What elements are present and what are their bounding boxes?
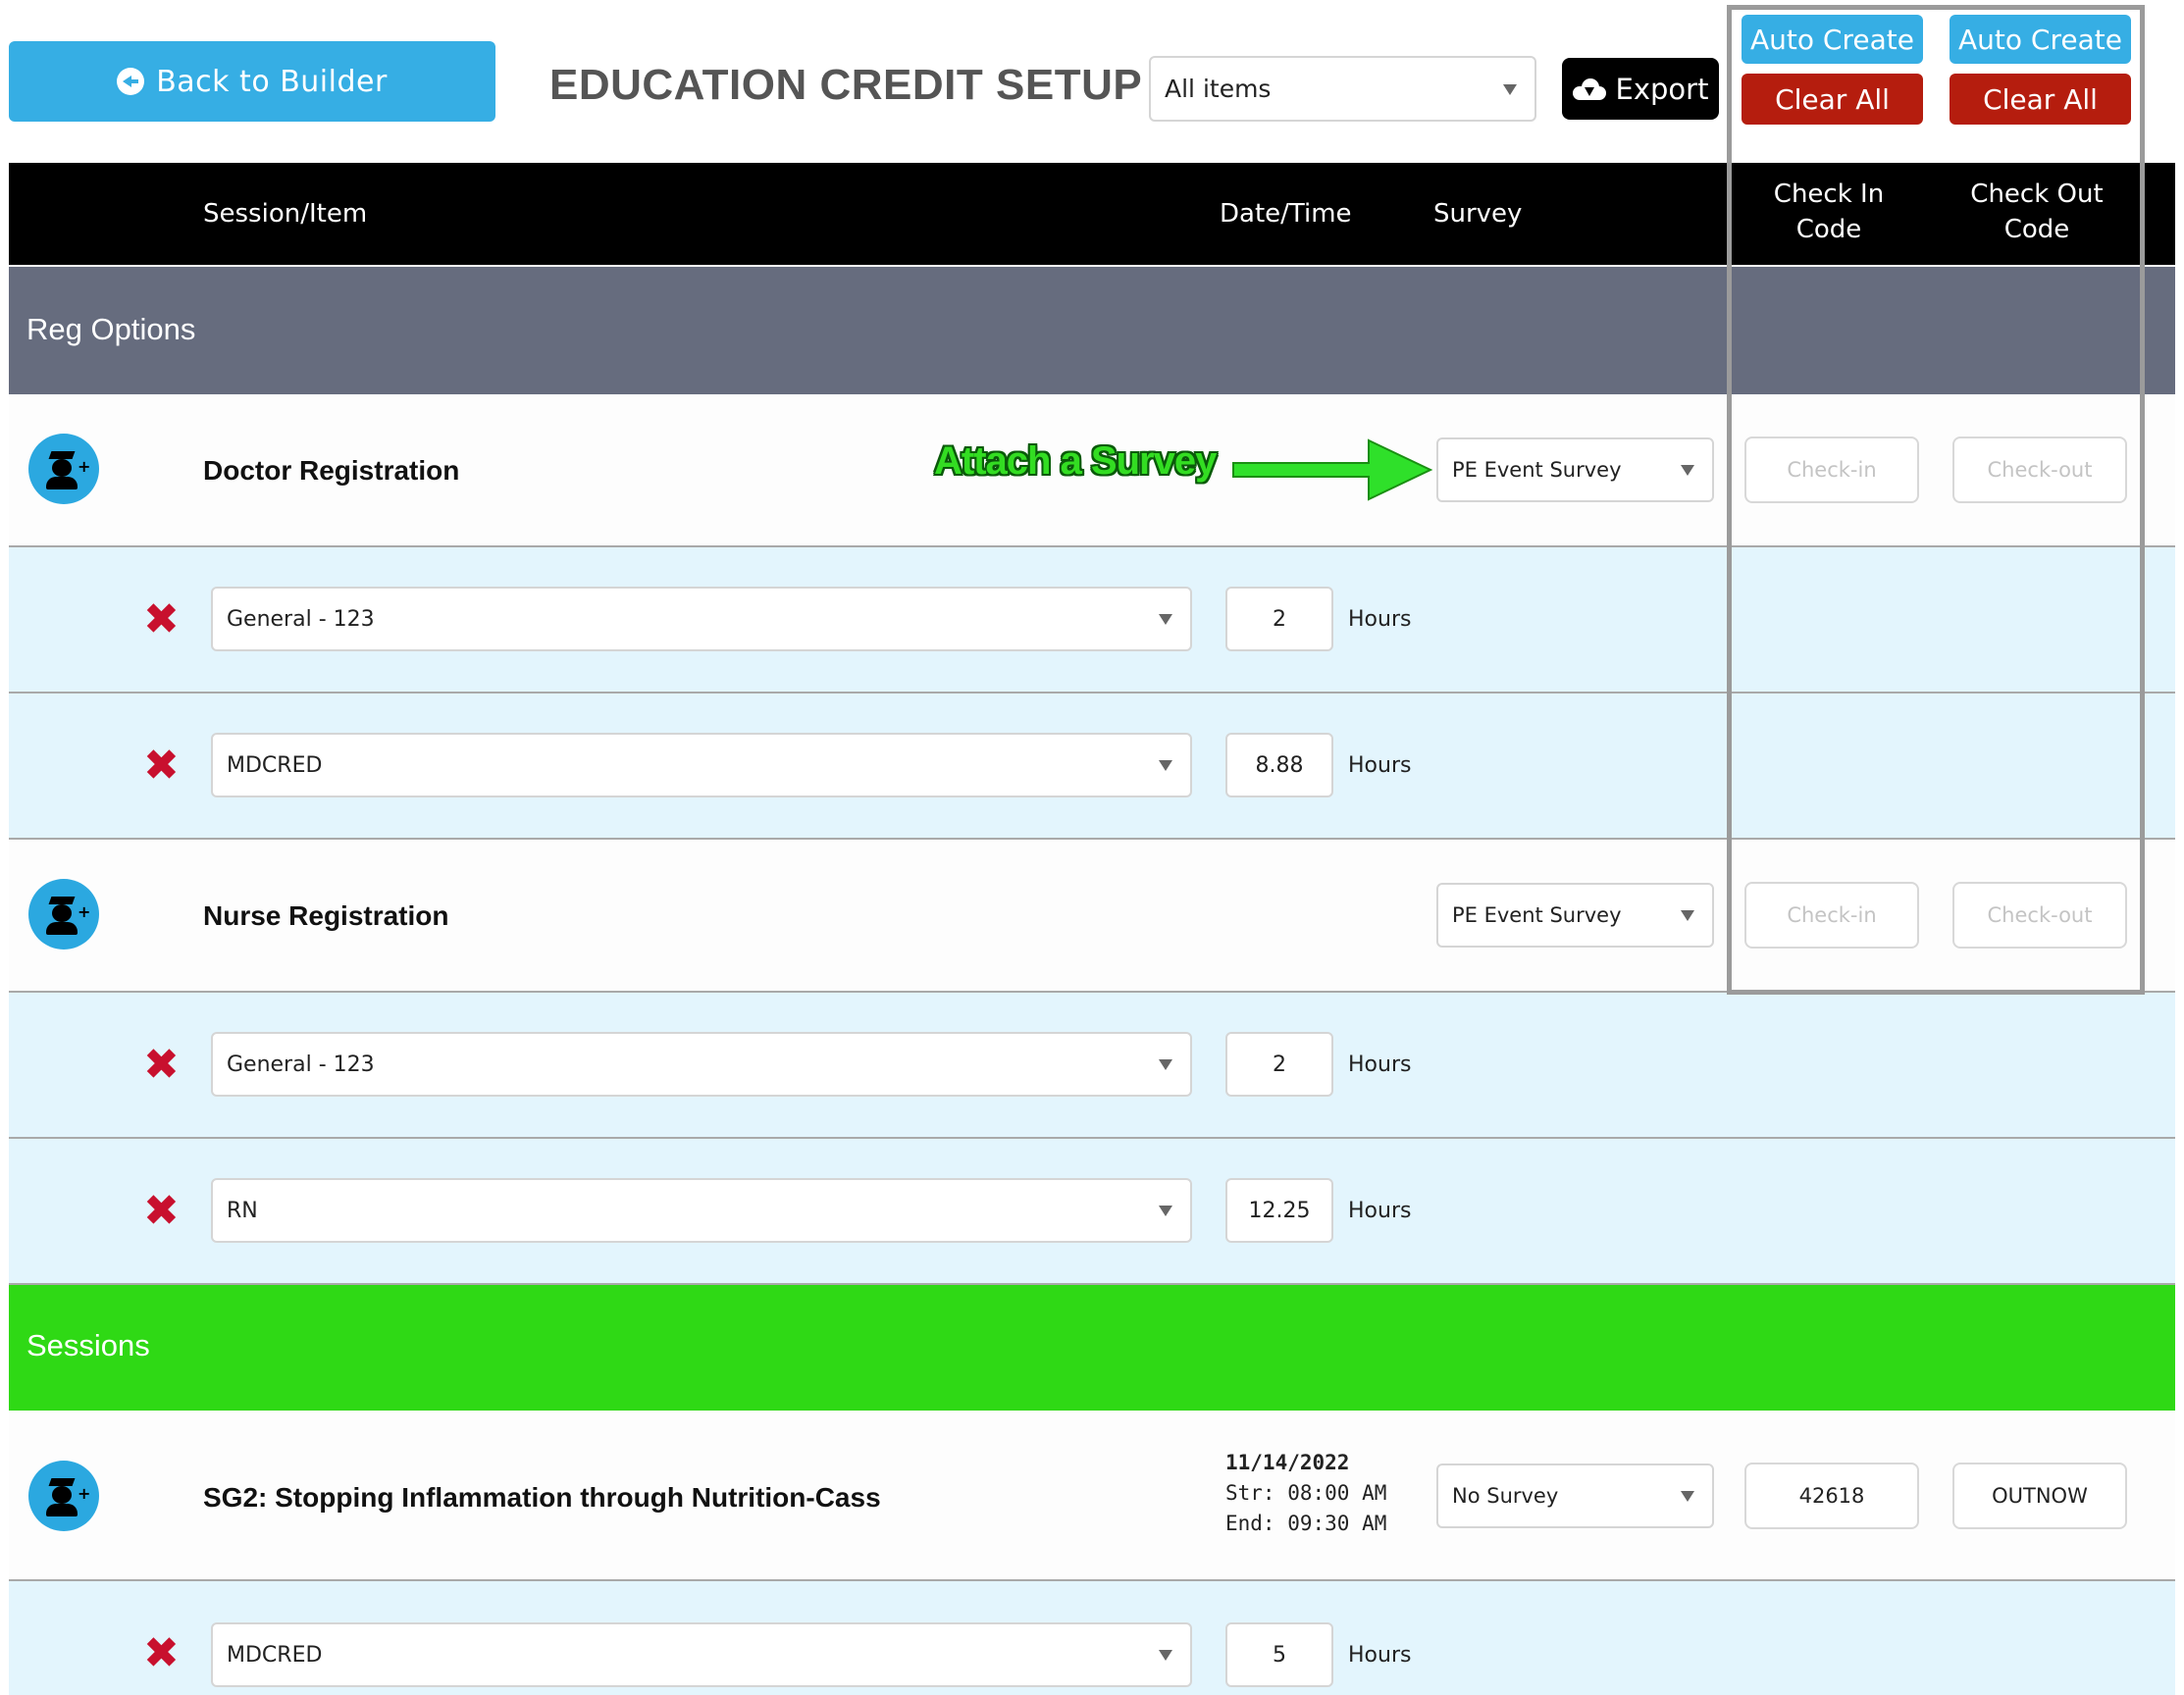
- caret-down-icon: [1681, 1491, 1694, 1502]
- credit-row: ✖ MDCRED 5 Hours: [9, 1581, 2175, 1695]
- export-button[interactable]: Export: [1562, 58, 1719, 120]
- cloud-download-icon: [1572, 77, 1606, 100]
- caret-down-icon: [1159, 614, 1172, 625]
- caret-down-icon: [1681, 910, 1694, 921]
- annotation-text: Attach a Survey: [934, 439, 1217, 483]
- reg-options-label: Reg Options: [26, 312, 196, 346]
- hours-input[interactable]: 8.88: [1225, 733, 1333, 797]
- filter-select[interactable]: All items: [1149, 56, 1536, 122]
- header-check-in-line1: Check In: [1773, 180, 1885, 209]
- credit-type-select[interactable]: RN: [211, 1178, 1192, 1243]
- header-check-in-line2: Code: [1795, 215, 1862, 244]
- session-start: Str: 08:00 AM: [1225, 1481, 1387, 1505]
- hours-input[interactable]: 2: [1225, 1032, 1333, 1097]
- credit-type-value: RN: [227, 1198, 258, 1223]
- table-row: + Nurse Registration PE Event Survey Che…: [9, 840, 2175, 993]
- arrow-left-circle-icon: [117, 68, 145, 95]
- check-in-code-input[interactable]: Check-in: [1744, 882, 1919, 949]
- header-session-item: Session/Item: [203, 199, 368, 229]
- check-out-code-input[interactable]: Check-out: [1952, 882, 2127, 949]
- survey-select[interactable]: No Survey: [1436, 1464, 1714, 1528]
- clear-all-check-out-button[interactable]: Clear All: [1950, 74, 2131, 125]
- sessions-band: Sessions: [9, 1285, 2175, 1411]
- graduate-add-icon[interactable]: +: [28, 1461, 99, 1531]
- credit-row: ✖ RN 12.25 Hours: [9, 1139, 2175, 1285]
- hours-input[interactable]: 5: [1225, 1622, 1333, 1687]
- caret-down-icon: [1159, 760, 1172, 771]
- credit-type-select[interactable]: MDCRED: [211, 1622, 1192, 1687]
- back-to-builder-button[interactable]: Back to Builder: [9, 41, 495, 122]
- check-out-code-input[interactable]: Check-out: [1952, 437, 2127, 503]
- auto-create-check-out-button[interactable]: Auto Create: [1950, 15, 2131, 64]
- header-check-out-line2: Code: [2003, 215, 2070, 244]
- credit-row: ✖ MDCRED 8.88 Hours: [9, 693, 2175, 840]
- item-name: Doctor Registration: [203, 455, 460, 486]
- table-row: + SG2: Stopping Inflammation through Nut…: [9, 1411, 2175, 1581]
- annotation-arrow-icon: [1232, 438, 1433, 501]
- survey-select[interactable]: PE Event Survey: [1436, 883, 1714, 948]
- hours-label: Hours: [1348, 607, 1412, 632]
- header-check-out-code: Check Out Code: [1944, 177, 2130, 247]
- survey-select-value: PE Event Survey: [1452, 458, 1622, 482]
- auto-create-check-in-button[interactable]: Auto Create: [1742, 15, 1923, 64]
- caret-down-icon: [1681, 465, 1694, 476]
- item-name: SG2: Stopping Inflammation through Nutri…: [203, 1482, 881, 1513]
- sessions-label: Sessions: [26, 1328, 150, 1362]
- clear-all-check-in-button[interactable]: Clear All: [1742, 74, 1923, 125]
- caret-down-icon: [1159, 1059, 1172, 1070]
- credit-type-select[interactable]: MDCRED: [211, 733, 1192, 797]
- back-button-label: Back to Builder: [156, 64, 388, 99]
- survey-select[interactable]: PE Event Survey: [1436, 437, 1714, 502]
- item-name: Nurse Registration: [203, 900, 449, 931]
- check-in-code-input[interactable]: 42618: [1744, 1463, 1919, 1529]
- survey-select-value: PE Event Survey: [1452, 903, 1622, 927]
- survey-select-value: No Survey: [1452, 1484, 1559, 1508]
- credit-row: ✖ General - 123 2 Hours: [9, 547, 2175, 693]
- hours-input[interactable]: 12.25: [1225, 1178, 1333, 1243]
- header-date-time: Date/Time: [1220, 199, 1352, 229]
- credit-type-value: General - 123: [227, 1052, 375, 1077]
- x-mark-icon[interactable]: ✖: [143, 598, 180, 642]
- session-date: 11/14/2022: [1225, 1451, 1350, 1474]
- x-mark-icon[interactable]: ✖: [143, 1190, 180, 1233]
- header-check-in-code: Check In Code: [1736, 177, 1922, 247]
- page-title: EDUCATION CREDIT SETUP: [549, 61, 1143, 109]
- credit-type-value: General - 123: [227, 606, 375, 632]
- table-header: Session/Item Date/Time Survey Check In C…: [9, 163, 2175, 265]
- hours-label: Hours: [1348, 1643, 1412, 1668]
- graduate-add-icon[interactable]: +: [28, 434, 99, 504]
- x-mark-icon[interactable]: ✖: [143, 745, 180, 788]
- caret-down-icon: [1159, 1206, 1172, 1216]
- hours-label: Hours: [1348, 1199, 1412, 1223]
- session-end: End: 09:30 AM: [1225, 1512, 1387, 1535]
- credit-type-select[interactable]: General - 123: [211, 1032, 1192, 1097]
- x-mark-icon[interactable]: ✖: [143, 1044, 180, 1087]
- reg-options-band: Reg Options: [9, 267, 2175, 394]
- credit-type-value: MDCRED: [227, 752, 323, 778]
- session-datetime: 11/14/2022 Str: 08:00 AM End: 09:30 AM: [1225, 1448, 1386, 1539]
- check-out-code-input[interactable]: OUTNOW: [1952, 1463, 2127, 1529]
- filter-select-value: All items: [1165, 75, 1272, 103]
- credit-row: ✖ General - 123 2 Hours: [9, 993, 2175, 1139]
- export-button-label: Export: [1615, 72, 1709, 106]
- header-check-out-line1: Check Out: [1970, 180, 2104, 209]
- credit-type-value: MDCRED: [227, 1642, 323, 1668]
- hours-label: Hours: [1348, 753, 1412, 778]
- caret-down-icon: [1503, 83, 1517, 95]
- header-survey: Survey: [1433, 199, 1523, 229]
- hours-label: Hours: [1348, 1053, 1412, 1077]
- hours-input[interactable]: 2: [1225, 587, 1333, 651]
- check-in-code-input[interactable]: Check-in: [1744, 437, 1919, 503]
- x-mark-icon[interactable]: ✖: [143, 1632, 180, 1675]
- credit-type-select[interactable]: General - 123: [211, 587, 1192, 651]
- caret-down-icon: [1159, 1650, 1172, 1661]
- graduate-add-icon[interactable]: +: [28, 879, 99, 950]
